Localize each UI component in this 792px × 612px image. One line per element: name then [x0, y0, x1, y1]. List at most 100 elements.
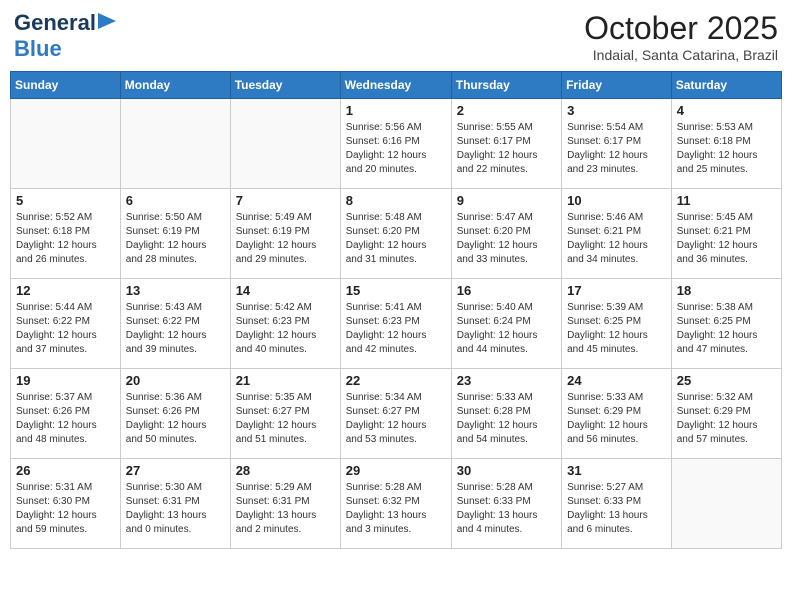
day-info: Sunrise: 5:43 AM Sunset: 6:22 PM Dayligh… [126, 301, 225, 357]
day-info: Sunrise: 5:48 AM Sunset: 6:20 PM Dayligh… [346, 211, 446, 267]
day-number: 11 [677, 193, 776, 208]
day-number: 12 [16, 283, 115, 298]
day-number: 8 [346, 193, 446, 208]
day-number: 21 [236, 373, 335, 388]
weekday-header: Wednesday [340, 72, 451, 99]
calendar-cell: 1 Sunrise: 5:56 AM Sunset: 6:16 PM Daylig… [340, 99, 451, 189]
day-number: 14 [236, 283, 335, 298]
calendar-cell: 13 Sunrise: 5:43 AM Sunset: 6:22 PM Dayli… [120, 279, 230, 369]
calendar-week-row: 5 Sunrise: 5:52 AM Sunset: 6:18 PM Daylig… [11, 189, 782, 279]
day-info: Sunrise: 5:49 AM Sunset: 6:19 PM Dayligh… [236, 211, 335, 267]
title-area: October 2025 Indaial, Santa Catarina, Br… [584, 10, 778, 63]
calendar-cell [120, 99, 230, 189]
calendar-cell: 19 Sunrise: 5:37 AM Sunset: 6:26 PM Dayli… [11, 369, 121, 459]
calendar-week-row: 1 Sunrise: 5:56 AM Sunset: 6:16 PM Daylig… [11, 99, 782, 189]
calendar-cell: 9 Sunrise: 5:47 AM Sunset: 6:20 PM Daylig… [451, 189, 561, 279]
day-info: Sunrise: 5:41 AM Sunset: 6:23 PM Dayligh… [346, 301, 446, 357]
calendar-cell: 3 Sunrise: 5:54 AM Sunset: 6:17 PM Daylig… [562, 99, 672, 189]
day-info: Sunrise: 5:39 AM Sunset: 6:25 PM Dayligh… [567, 301, 666, 357]
calendar-cell: 6Sunrise: 5:50 AM Sunset: 6:19 PM Daylig… [120, 189, 230, 279]
calendar-cell: 17 Sunrise: 5:39 AM Sunset: 6:25 PM Dayli… [562, 279, 672, 369]
calendar-cell: 25 Sunrise: 5:32 AM Sunset: 6:29 PM Dayli… [671, 369, 781, 459]
day-info: Sunrise: 5:37 AM Sunset: 6:26 PM Dayligh… [16, 391, 115, 447]
weekday-header: Tuesday [230, 72, 340, 99]
calendar-cell: 30 Sunrise: 5:28 AM Sunset: 6:33 PM Dayli… [451, 459, 561, 549]
day-number: 18 [677, 283, 776, 298]
day-info: Sunrise: 5:30 AM Sunset: 6:31 PM Dayligh… [126, 481, 225, 537]
calendar-cell: 22Sunrise: 5:34 AM Sunset: 6:27 PM Dayli… [340, 369, 451, 459]
calendar-cell: 12Sunrise: 5:44 AM Sunset: 6:22 PM Dayli… [11, 279, 121, 369]
day-info: Sunrise: 5:31 AM Sunset: 6:30 PM Dayligh… [16, 481, 115, 537]
calendar-table: SundayMondayTuesdayWednesdayThursdayFrid… [10, 71, 782, 549]
calendar-cell: 5 Sunrise: 5:52 AM Sunset: 6:18 PM Daylig… [11, 189, 121, 279]
day-number: 5 [16, 193, 115, 208]
day-info: Sunrise: 5:54 AM Sunset: 6:17 PM Dayligh… [567, 121, 666, 177]
calendar-cell: 11 Sunrise: 5:45 AM Sunset: 6:21 PM Dayli… [671, 189, 781, 279]
calendar-cell: 24 Sunrise: 5:33 AM Sunset: 6:29 PM Dayli… [562, 369, 672, 459]
page-header: General Blue October 2025 Indaial, Santa… [10, 10, 782, 63]
day-number: 16 [457, 283, 556, 298]
calendar-cell: 18 Sunrise: 5:38 AM Sunset: 6:25 PM Dayli… [671, 279, 781, 369]
day-number: 30 [457, 463, 556, 478]
day-info: Sunrise: 5:35 AM Sunset: 6:27 PM Dayligh… [236, 391, 335, 447]
calendar-cell: 14 Sunrise: 5:42 AM Sunset: 6:23 PM Dayli… [230, 279, 340, 369]
day-number: 17 [567, 283, 666, 298]
calendar-week-row: 12Sunrise: 5:44 AM Sunset: 6:22 PM Dayli… [11, 279, 782, 369]
day-number: 25 [677, 373, 776, 388]
calendar-cell: 20Sunrise: 5:36 AM Sunset: 6:26 PM Dayli… [120, 369, 230, 459]
day-number: 26 [16, 463, 115, 478]
day-number: 31 [567, 463, 666, 478]
day-number: 10 [567, 193, 666, 208]
calendar-cell: 26 Sunrise: 5:31 AM Sunset: 6:30 PM Dayli… [11, 459, 121, 549]
day-number: 28 [236, 463, 335, 478]
day-number: 13 [126, 283, 225, 298]
day-info: Sunrise: 5:33 AM Sunset: 6:29 PM Dayligh… [567, 391, 666, 447]
calendar-cell: 4Sunrise: 5:53 AM Sunset: 6:18 PM Daylig… [671, 99, 781, 189]
day-info: Sunrise: 5:47 AM Sunset: 6:20 PM Dayligh… [457, 211, 556, 267]
logo: General Blue [14, 10, 116, 62]
calendar-cell: 2Sunrise: 5:55 AM Sunset: 6:17 PM Daylig… [451, 99, 561, 189]
day-number: 19 [16, 373, 115, 388]
calendar-cell: 28 Sunrise: 5:29 AM Sunset: 6:31 PM Dayli… [230, 459, 340, 549]
location-subtitle: Indaial, Santa Catarina, Brazil [584, 47, 778, 63]
month-title: October 2025 [584, 10, 778, 47]
day-number: 23 [457, 373, 556, 388]
calendar-week-row: 26 Sunrise: 5:31 AM Sunset: 6:30 PM Dayli… [11, 459, 782, 549]
day-info: Sunrise: 5:46 AM Sunset: 6:21 PM Dayligh… [567, 211, 666, 267]
calendar-cell: 29Sunrise: 5:28 AM Sunset: 6:32 PM Dayli… [340, 459, 451, 549]
day-info: Sunrise: 5:34 AM Sunset: 6:27 PM Dayligh… [346, 391, 446, 447]
logo-general: General [14, 10, 96, 36]
day-number: 3 [567, 103, 666, 118]
day-info: Sunrise: 5:52 AM Sunset: 6:18 PM Dayligh… [16, 211, 115, 267]
calendar-cell [671, 459, 781, 549]
calendar-cell: 15 Sunrise: 5:41 AM Sunset: 6:23 PM Dayli… [340, 279, 451, 369]
calendar-cell: 7 Sunrise: 5:49 AM Sunset: 6:19 PM Daylig… [230, 189, 340, 279]
day-info: Sunrise: 5:36 AM Sunset: 6:26 PM Dayligh… [126, 391, 225, 447]
day-number: 1 [346, 103, 446, 118]
calendar-cell: 8 Sunrise: 5:48 AM Sunset: 6:20 PM Daylig… [340, 189, 451, 279]
day-number: 9 [457, 193, 556, 208]
calendar-cell: 31 Sunrise: 5:27 AM Sunset: 6:33 PM Dayli… [562, 459, 672, 549]
weekday-header: Saturday [671, 72, 781, 99]
day-info: Sunrise: 5:40 AM Sunset: 6:24 PM Dayligh… [457, 301, 556, 357]
day-info: Sunrise: 5:27 AM Sunset: 6:33 PM Dayligh… [567, 481, 666, 537]
day-info: Sunrise: 5:42 AM Sunset: 6:23 PM Dayligh… [236, 301, 335, 357]
day-info: Sunrise: 5:28 AM Sunset: 6:33 PM Dayligh… [457, 481, 556, 537]
day-number: 15 [346, 283, 446, 298]
day-info: Sunrise: 5:56 AM Sunset: 6:16 PM Dayligh… [346, 121, 446, 177]
calendar-cell [230, 99, 340, 189]
day-number: 7 [236, 193, 335, 208]
day-number: 2 [457, 103, 556, 118]
logo-arrow-icon [98, 13, 116, 29]
weekday-header: Sunday [11, 72, 121, 99]
calendar-cell: 10 Sunrise: 5:46 AM Sunset: 6:21 PM Dayli… [562, 189, 672, 279]
day-number: 24 [567, 373, 666, 388]
day-info: Sunrise: 5:32 AM Sunset: 6:29 PM Dayligh… [677, 391, 776, 447]
day-info: Sunrise: 5:45 AM Sunset: 6:21 PM Dayligh… [677, 211, 776, 267]
calendar-cell [11, 99, 121, 189]
day-info: Sunrise: 5:38 AM Sunset: 6:25 PM Dayligh… [677, 301, 776, 357]
day-info: Sunrise: 5:29 AM Sunset: 6:31 PM Dayligh… [236, 481, 335, 537]
weekday-header-row: SundayMondayTuesdayWednesdayThursdayFrid… [11, 72, 782, 99]
weekday-header: Thursday [451, 72, 561, 99]
calendar-cell: 27Sunrise: 5:30 AM Sunset: 6:31 PM Dayli… [120, 459, 230, 549]
